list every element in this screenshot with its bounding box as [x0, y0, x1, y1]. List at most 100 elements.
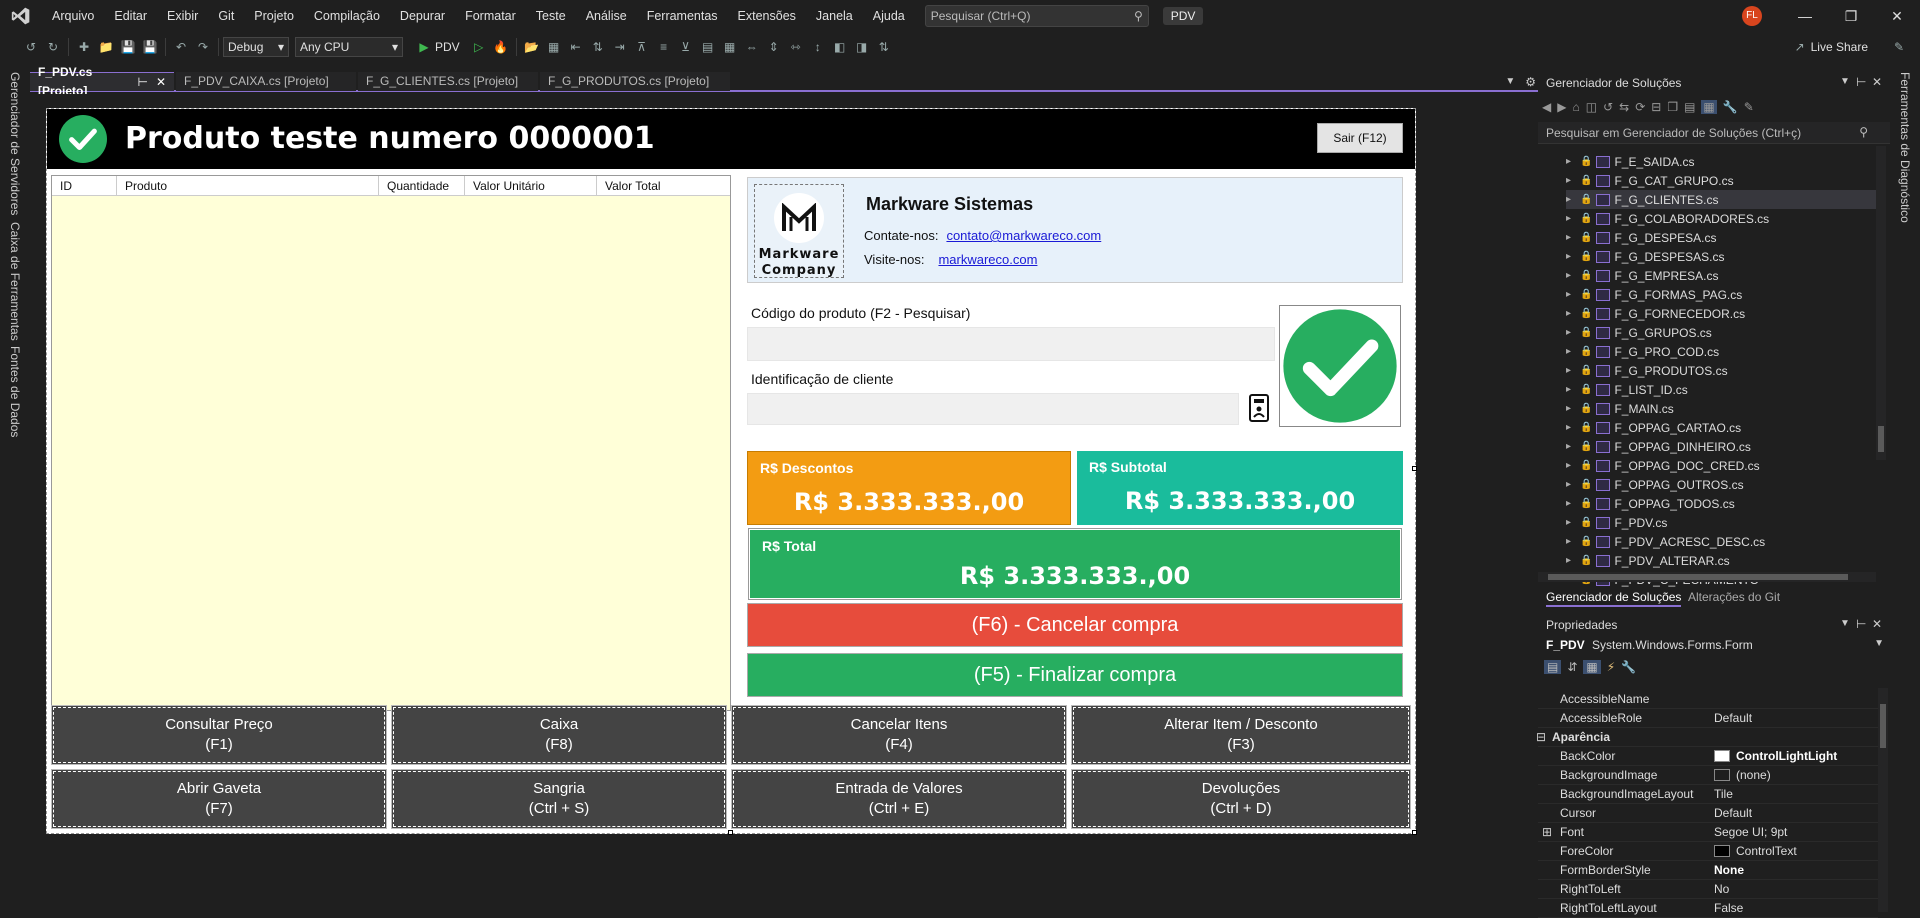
expand-arrow-icon[interactable]: ▸ [1566, 460, 1576, 471]
events-icon[interactable]: ⚡ [1607, 660, 1615, 674]
property-value[interactable]: False [1714, 901, 1743, 915]
vertical-spacing-icon[interactable]: ⇕ [763, 36, 785, 58]
menu-item[interactable]: Projeto [244, 0, 304, 32]
column-header[interactable]: Valor Total [597, 176, 730, 195]
expand-arrow-icon[interactable]: ▸ [1566, 403, 1576, 414]
menu-item[interactable]: Compilação [304, 0, 390, 32]
menu-item[interactable]: Janela [806, 0, 863, 32]
pin-icon[interactable]: ⊢ [137, 73, 147, 92]
expand-arrow-icon[interactable]: ▸ [1566, 251, 1576, 262]
property-value[interactable]: ControlLightLight [1714, 749, 1837, 763]
column-header[interactable]: Produto [117, 176, 379, 195]
align-rights-icon[interactable]: ⇥ [609, 36, 631, 58]
property-value[interactable]: Default [1714, 806, 1752, 820]
close-window-icon[interactable]: ✕ [1874, 0, 1920, 32]
menu-item[interactable]: Formatar [455, 0, 526, 32]
solution-file-item[interactable]: ▸ 🔒 F_G_FORNECEDOR.cs [1566, 304, 1745, 323]
close-panel-icon[interactable]: ✕ [1872, 617, 1882, 631]
property-value[interactable]: None [1714, 863, 1744, 877]
panel-dropdown-icon[interactable]: ▼ [1840, 618, 1850, 629]
cash-register-button[interactable]: Caixa (F8) [391, 705, 727, 765]
finish-purchase-button[interactable]: (F5) - Finalizar compra [747, 653, 1403, 697]
expand-arrow-icon[interactable]: ▸ [1566, 232, 1576, 243]
expand-arrow-icon[interactable]: ▸ [1566, 422, 1576, 433]
property-row[interactable]: BackgroundImage (none) [1538, 766, 1878, 785]
run-target-label[interactable]: PDV [435, 40, 460, 54]
server-explorer-tab[interactable]: Gerenciador de Servidores [8, 72, 22, 215]
new-item-icon[interactable]: ✚ [73, 36, 95, 58]
expand-icon[interactable]: ⊞ [1542, 825, 1552, 839]
hot-reload-icon[interactable]: 🔥 [490, 36, 512, 58]
pending-changes-filter-icon[interactable]: ↺ [1603, 100, 1613, 114]
solution-file-item[interactable]: ▸ 🔒 F_G_PRODUTOS.cs [1566, 361, 1728, 380]
product-code-input[interactable] [747, 327, 1275, 361]
solution-file-item[interactable]: ▸ 🔒 F_OPPAG_CARTAO.cs [1566, 418, 1741, 437]
align-lefts-icon[interactable]: ⇤ [565, 36, 587, 58]
column-header[interactable]: ID [52, 176, 117, 195]
solution-file-item[interactable]: ▸ 🔒 F_OPPAG_OUTROS.cs [1566, 475, 1744, 494]
withdrawal-button[interactable]: Sangria (Ctrl + S) [391, 769, 727, 829]
expand-arrow-icon[interactable]: ▸ [1566, 346, 1576, 357]
menu-item[interactable]: Exibir [157, 0, 208, 32]
align-bottoms-icon[interactable]: ⊻ [675, 36, 697, 58]
tab-f-pdv-caixa[interactable]: F_PDV_CAIXA.cs [Projeto] [176, 72, 356, 91]
alphabetical-icon[interactable]: ⇵ [1567, 660, 1577, 674]
menu-item[interactable]: Ferramentas [637, 0, 728, 32]
expand-arrow-icon[interactable]: ▸ [1566, 384, 1576, 395]
platform-select[interactable]: Any CPU ▾ [295, 37, 403, 57]
vertical-scrollbar[interactable] [1878, 688, 1888, 912]
change-item-discount-button[interactable]: Alterar Item / Desconto (F3) [1071, 705, 1411, 765]
menu-item[interactable]: Editar [104, 0, 157, 32]
feedback-icon[interactable]: ✎ [1888, 36, 1910, 58]
categorized-icon[interactable]: ▤ [1544, 660, 1562, 674]
make-same-size-icon[interactable]: ▤ [697, 36, 719, 58]
pin-icon[interactable]: ⊢ [1856, 75, 1866, 89]
solution-file-item[interactable]: ▸ 🔒 F_G_COLABORADORES.cs [1566, 209, 1769, 228]
expand-arrow-icon[interactable]: ▸ [1566, 517, 1576, 528]
property-value[interactable]: ControlText [1714, 844, 1797, 858]
property-value[interactable]: Tile [1714, 787, 1733, 801]
expand-arrow-icon[interactable]: ▸ [1566, 479, 1576, 490]
returns-button[interactable]: Devoluções (Ctrl + D) [1071, 769, 1411, 829]
browse-icon[interactable]: 📂 [521, 36, 543, 58]
expand-arrow-icon[interactable]: ▸ [1566, 555, 1576, 566]
solution-file-item[interactable]: ▸ 🔒 F_PDV_ACRESC_DESC.cs [1566, 532, 1765, 551]
collapse-icon[interactable]: ⊟ [1536, 730, 1546, 744]
menu-item[interactable]: Análise [576, 0, 637, 32]
tab-f-g-produtos[interactable]: F_G_PRODUTOS.cs [Projeto] [540, 72, 730, 91]
property-pages-icon[interactable]: 🔧 [1621, 660, 1636, 674]
show-all-files-icon[interactable]: ▤ [1684, 100, 1695, 114]
property-row[interactable]: BackgroundImageLayout Tile [1538, 785, 1878, 804]
size-to-grid-icon[interactable]: ▦ [719, 36, 741, 58]
data-sources-tab[interactable]: Fontes de Dados [8, 346, 22, 437]
solution-file-item[interactable]: ▸ 🔒 F_G_FORMAS_PAG.cs [1566, 285, 1742, 304]
open-drawer-button[interactable]: Abrir Gaveta (F7) [51, 769, 387, 829]
solution-file-item[interactable]: ▸ 🔒 F_G_GRUPOS.cs [1566, 323, 1712, 342]
live-share-icon[interactable]: ↗ [1789, 36, 1811, 58]
navigate-forward-icon[interactable]: ↻ [42, 36, 64, 58]
home-icon[interactable]: ⌂ [1572, 100, 1579, 114]
check-price-button[interactable]: Consultar Preço (F1) [51, 705, 387, 765]
client-id-input[interactable] [747, 393, 1239, 425]
property-value[interactable]: Segoe UI; 9pt [1714, 825, 1787, 839]
solution-search-input[interactable]: Pesquisar em Gerenciador de Soluções (Ct… [1538, 122, 1890, 144]
expand-arrow-icon[interactable]: ▸ [1566, 365, 1576, 376]
preview-icon[interactable]: ▦ [1701, 100, 1717, 114]
center-horizontally-icon[interactable]: ⇿ [785, 36, 807, 58]
tab-f-pdv[interactable]: F_PDV.cs [Projeto] ⊢ ✕ [30, 65, 174, 98]
object-selector[interactable]: F_PDV System.Windows.Forms.Form ▼ [1538, 638, 1890, 656]
diagnostic-tools-tab[interactable]: Ferramentas de Diagnóstico [1898, 72, 1912, 223]
cancel-items-button[interactable]: Cancelar Itens (F4) [731, 705, 1067, 765]
close-tab-icon[interactable]: ✕ [156, 73, 166, 92]
switch-views-icon[interactable]: ◫ [1586, 100, 1597, 114]
column-header[interactable]: Valor Unitário [465, 176, 597, 195]
solution-file-item[interactable]: ▸ 🔒 F_OPPAG_TODOS.cs [1566, 494, 1735, 513]
pdv-form[interactable]: Produto teste numero 0000001 Sair (F12) … [46, 108, 1416, 834]
solution-file-item[interactable]: ▸ 🔒 F_G_CLIENTES.cs [1566, 190, 1876, 209]
align-centers-icon[interactable]: ⇅ [587, 36, 609, 58]
sync-icon[interactable]: ⇆ [1619, 100, 1629, 114]
solution-file-item[interactable]: ▸ 🔒 F_G_PRO_COD.cs [1566, 342, 1719, 361]
solution-file-item[interactable]: ▸ 🔒 F_G_DESPESA.cs [1566, 228, 1717, 247]
property-row[interactable]: ⊞ Font Segoe UI; 9pt [1538, 823, 1878, 842]
property-row[interactable]: ForeColor ControlText [1538, 842, 1878, 861]
